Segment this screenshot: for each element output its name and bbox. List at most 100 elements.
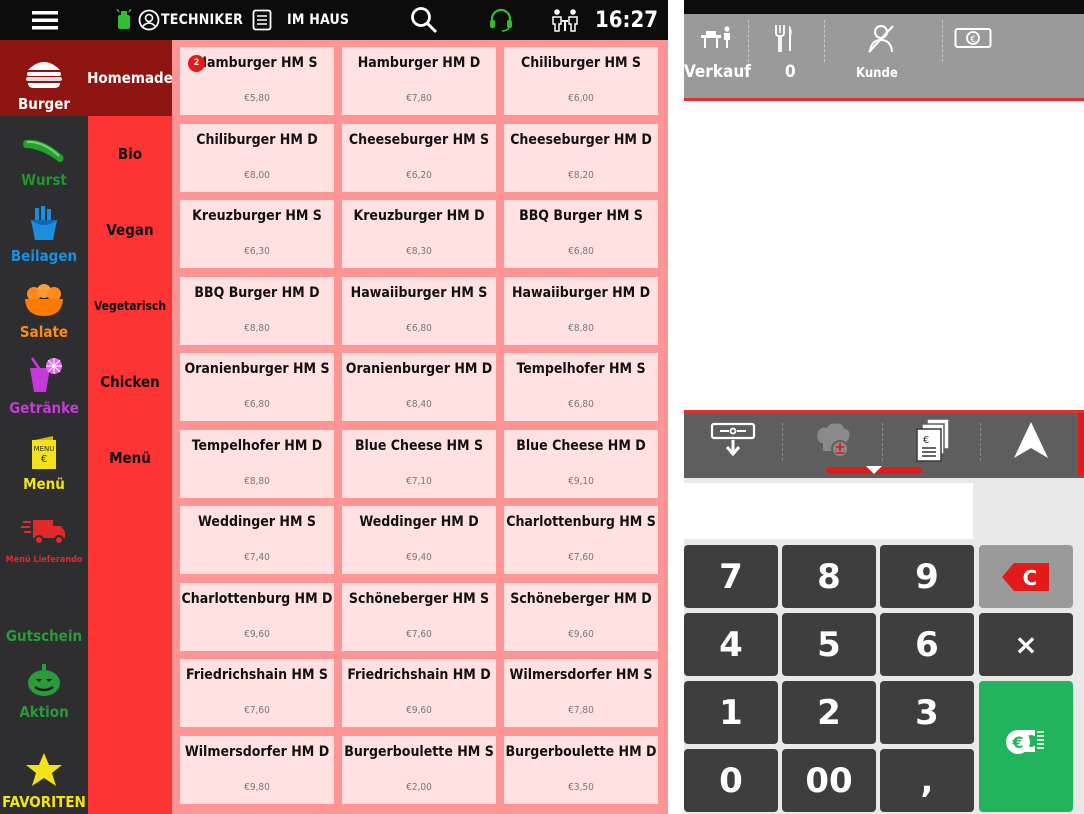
product-tile[interactable]: Blue Cheese HM S €7,10 xyxy=(342,430,496,498)
key-5[interactable]: 5 xyxy=(782,613,876,676)
waiter-table-icon[interactable] xyxy=(700,26,734,54)
category-favoriten[interactable]: FAVORITEN xyxy=(0,738,88,814)
svg-text:€: € xyxy=(923,435,929,446)
key-4[interactable]: 4 xyxy=(684,613,778,676)
key-7[interactable]: 7 xyxy=(684,545,778,608)
product-tile[interactable]: Weddinger HM S €7,40 xyxy=(180,506,334,574)
star-icon xyxy=(25,752,63,792)
cash-payment-icon: € xyxy=(1004,722,1048,771)
product-tile[interactable]: Cheeseburger HM S €6,20 xyxy=(342,124,496,192)
quantity-badge: 2 xyxy=(188,55,205,72)
product-price: €7,80 xyxy=(406,93,432,104)
salad-icon xyxy=(22,284,66,322)
send-order-button[interactable] xyxy=(982,413,1080,471)
user-icon[interactable] xyxy=(138,0,160,40)
product-tile[interactable]: Blue Cheese HM D €9,10 xyxy=(504,430,658,498)
category-wurst[interactable]: Wurst xyxy=(0,116,88,192)
category-menue-lieferando[interactable]: Menü Lieferando xyxy=(0,496,88,572)
amount-input[interactable] xyxy=(684,483,973,539)
category-menue[interactable]: MENU € Menü xyxy=(0,420,88,496)
category-getraenke[interactable]: Getränke xyxy=(0,344,88,420)
product-price: €8,80 xyxy=(244,476,270,487)
product-tile[interactable]: Hawaiiburger HM S €6,80 xyxy=(342,277,496,345)
key-decimal[interactable]: , xyxy=(880,749,974,812)
product-tile[interactable]: Cheeseburger HM D €8,20 xyxy=(504,124,658,192)
key-9[interactable]: 9 xyxy=(880,545,974,608)
product-tile[interactable]: Weddinger HM D €9,40 xyxy=(342,506,496,574)
sausage-icon xyxy=(21,134,67,170)
product-name: Chiliburger HM D xyxy=(196,132,318,148)
product-tile[interactable]: Burgerboulette HM D €3,50 xyxy=(504,736,658,804)
key-3[interactable]: 3 xyxy=(880,681,974,744)
user-name-label[interactable]: TECHNIKER xyxy=(161,0,243,40)
category-beilagen[interactable]: Beilagen xyxy=(0,192,88,268)
subcategory-vegetarisch[interactable]: Vegetarisch xyxy=(88,268,172,344)
receipts-button[interactable]: € xyxy=(884,413,982,471)
product-tile[interactable]: Hamburger HM D €7,80 xyxy=(342,47,496,115)
product-tile[interactable]: Kreuzburger HM S €6,30 xyxy=(180,200,334,268)
subcategory-homemade[interactable]: Homemade xyxy=(87,40,173,116)
product-tile[interactable]: Chiliburger HM D €8,00 xyxy=(180,124,334,192)
subcategory-menue[interactable]: Menü xyxy=(88,420,172,496)
product-tile[interactable]: BBQ Burger HM S €6,80 xyxy=(504,200,658,268)
key-0[interactable]: 0 xyxy=(684,749,778,812)
order-mode-icon[interactable] xyxy=(252,0,274,40)
order-items-list[interactable] xyxy=(684,101,1084,410)
category-burger[interactable]: Burger xyxy=(0,40,88,116)
support-headset-icon[interactable] xyxy=(488,0,516,40)
customer-icon[interactable] xyxy=(867,24,895,58)
search-icon[interactable] xyxy=(410,0,440,40)
product-tile[interactable]: Wilmersdorfer HM S €7,80 xyxy=(504,659,658,727)
hamburger-menu-icon[interactable] xyxy=(32,0,58,40)
category-salate[interactable]: Salate xyxy=(0,268,88,344)
product-tile[interactable]: Burgerboulette HM S €2,00 xyxy=(342,736,496,804)
product-tile[interactable]: Kreuzburger HM D €8,30 xyxy=(342,200,496,268)
category-gutschein[interactable]: Gutschein xyxy=(0,572,88,648)
category-aktion[interactable]: Aktion xyxy=(0,648,88,724)
product-tile[interactable]: Wilmersdorfer HM D €9,80 xyxy=(180,736,334,804)
side-panel-tab[interactable] xyxy=(1078,413,1084,475)
category-label: Burger xyxy=(17,95,71,113)
key-8[interactable]: 8 xyxy=(782,545,876,608)
product-price: €3,50 xyxy=(568,782,594,793)
product-price: €8,30 xyxy=(406,246,432,257)
product-tile[interactable]: BBQ Burger HM D €8,80 xyxy=(180,277,334,345)
subcategory-chicken[interactable]: Chicken xyxy=(88,344,172,420)
product-tile[interactable]: Tempelhofer HM S €6,80 xyxy=(504,353,658,421)
product-name: Burgerboulette HM S xyxy=(344,744,494,760)
key-00[interactable]: 00 xyxy=(782,749,876,812)
product-tile[interactable]: Hawaiiburger HM D €8,80 xyxy=(504,277,658,345)
product-tile[interactable]: Tempelhofer HM D €8,80 xyxy=(180,430,334,498)
order-mode-label[interactable]: IM HAUS xyxy=(287,0,349,40)
category-label: Wurst xyxy=(21,171,67,189)
product-tile[interactable]: Hamburger HM S €5,80 2 xyxy=(180,47,334,115)
subcategory-vegan[interactable]: Vegan xyxy=(88,192,172,268)
category-label: Salate xyxy=(19,323,69,341)
product-name: Burgerboulette HM D xyxy=(505,744,657,760)
chef-adjust-button[interactable] xyxy=(784,413,882,471)
split-order-button[interactable] xyxy=(684,413,782,471)
pay-button[interactable]: € xyxy=(979,681,1073,812)
product-tile[interactable]: Friedrichshain HM S €7,60 xyxy=(180,659,334,727)
product-tile[interactable]: Oranienburger HM D €8,40 xyxy=(342,353,496,421)
table-guests-icon[interactable] xyxy=(550,0,580,40)
cutlery-icon[interactable] xyxy=(774,24,794,56)
product-tile[interactable]: Oranienburger HM S €6,80 xyxy=(180,353,334,421)
subcategory-bio[interactable]: Bio xyxy=(88,116,172,192)
cash-icon[interactable]: € xyxy=(954,26,992,54)
category-label: Aktion xyxy=(19,703,69,721)
product-tile[interactable]: Schöneberger HM S €7,60 xyxy=(342,583,496,651)
product-price: €8,40 xyxy=(406,399,432,410)
clear-button[interactable]: C xyxy=(979,545,1073,608)
verkauf-label: Verkauf xyxy=(684,62,751,82)
product-tile[interactable]: Chiliburger HM S €6,00 xyxy=(504,47,658,115)
product-tile[interactable]: Charlottenburg HM D €9,60 xyxy=(180,583,334,651)
product-tile[interactable]: Schöneberger HM D €9,60 xyxy=(504,583,658,651)
product-tile[interactable]: Charlottenburg HM S €7,60 xyxy=(504,506,658,574)
multiply-button[interactable]: × xyxy=(979,613,1073,676)
key-1[interactable]: 1 xyxy=(684,681,778,744)
key-2[interactable]: 2 xyxy=(782,681,876,744)
product-tile[interactable]: Friedrichshain HM D €9,60 xyxy=(342,659,496,727)
product-price: €6,80 xyxy=(244,399,270,410)
key-6[interactable]: 6 xyxy=(880,613,974,676)
